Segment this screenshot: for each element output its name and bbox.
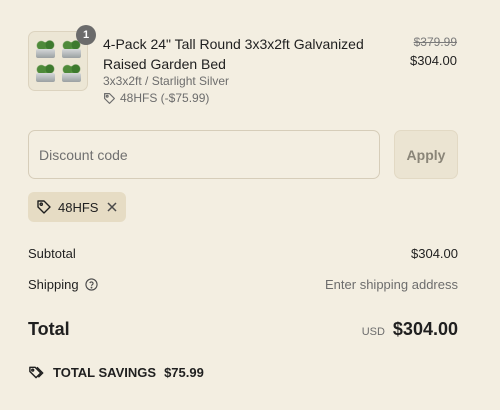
garden-bed-image bbox=[35, 64, 56, 83]
tags-icon bbox=[28, 364, 45, 380]
garden-bed-image bbox=[61, 64, 82, 83]
product-title: 4-Pack 24" Tall Round 3x3x2ft Galvanized… bbox=[103, 36, 364, 72]
shipping-value: Enter shipping address bbox=[325, 277, 458, 292]
total-amount: $304.00 bbox=[392, 319, 458, 339]
close-icon[interactable] bbox=[106, 201, 118, 213]
applied-discount-chip: 48HFS bbox=[28, 192, 127, 222]
product-price: $304.00 bbox=[410, 53, 457, 68]
help-circle-icon[interactable] bbox=[84, 278, 98, 291]
subtotal-label: Subtotal bbox=[28, 246, 76, 261]
shipping-label-row: Shipping bbox=[28, 277, 98, 292]
savings-value: $75.99 bbox=[164, 364, 204, 380]
discount-code-input[interactable] bbox=[28, 130, 380, 179]
product-variant: 3x3x2ft / Starlight Silver bbox=[103, 74, 230, 88]
product-discount-text: 48HFS (-$75.99) bbox=[120, 91, 210, 105]
total-savings: TOTAL SAVINGS $75.99 bbox=[28, 364, 204, 380]
savings-label: TOTAL SAVINGS bbox=[53, 364, 157, 380]
shipping-label: Shipping bbox=[28, 277, 79, 292]
product-discount: 48HFS (-$75.99) bbox=[103, 91, 209, 105]
total-value-group: USD $304.00 bbox=[362, 319, 458, 340]
quantity-badge: 1 bbox=[76, 25, 96, 45]
applied-discount-code: 48HFS bbox=[58, 199, 99, 215]
garden-bed-image bbox=[35, 40, 56, 59]
currency-code: USD bbox=[361, 326, 385, 338]
tag-icon bbox=[36, 199, 52, 215]
apply-button[interactable]: Apply bbox=[394, 130, 458, 179]
tag-icon bbox=[103, 92, 116, 105]
subtotal-value: $304.00 bbox=[411, 246, 458, 261]
total-label: Total bbox=[28, 319, 70, 339]
original-price: $379.99 bbox=[413, 35, 457, 49]
